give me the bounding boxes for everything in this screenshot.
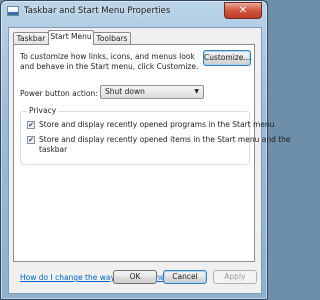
tab-start-menu[interactable]: Start Menu (48, 30, 94, 45)
cancel-button[interactable]: Cancel (163, 270, 207, 284)
privacy-items-label-line2: taskbar (39, 145, 68, 154)
dialog-body: Taskbar Start Menu Toolbars To customize… (8, 27, 291, 294)
ok-button[interactable]: OK (113, 270, 157, 284)
customize-button[interactable]: Customize... (203, 50, 251, 66)
customize-description: To customize how links, icons, and menus… (20, 52, 199, 71)
tab-toolbars[interactable]: Toolbars (93, 32, 131, 44)
close-icon: ✕ (238, 5, 248, 16)
close-button[interactable]: ✕ (224, 2, 262, 19)
chevron-down-icon: ▼ (194, 88, 199, 95)
checkbox-checked-icon[interactable]: ✔ (27, 136, 35, 144)
apply-button[interactable]: Apply (213, 270, 257, 284)
title-bar[interactable]: Taskbar and Start Menu Properties ✕ (1, 1, 267, 23)
power-button-select[interactable]: Shut down ▼ (100, 85, 204, 99)
power-button-value: Shut down (105, 87, 145, 96)
privacy-group: Privacy ✔ Store and display recently ope… (20, 106, 291, 165)
tab-taskbar[interactable]: Taskbar (13, 32, 49, 44)
properties-window: Taskbar and Start Menu Properties ✕ Task… (0, 0, 291, 300)
window-title: Taskbar and Start Menu Properties (24, 6, 171, 16)
taskbar-window-icon (7, 6, 19, 16)
privacy-programs-label: Store and display recently opened progra… (39, 120, 275, 129)
privacy-group-title: Privacy (27, 106, 59, 115)
power-button-label: Power button action: (20, 89, 98, 98)
privacy-items-label: Store and display recently opened items … (39, 135, 291, 144)
start-menu-panel: To customize how links, icons, and menus… (13, 44, 291, 282)
checkbox-checked-icon[interactable]: ✔ (27, 121, 35, 129)
